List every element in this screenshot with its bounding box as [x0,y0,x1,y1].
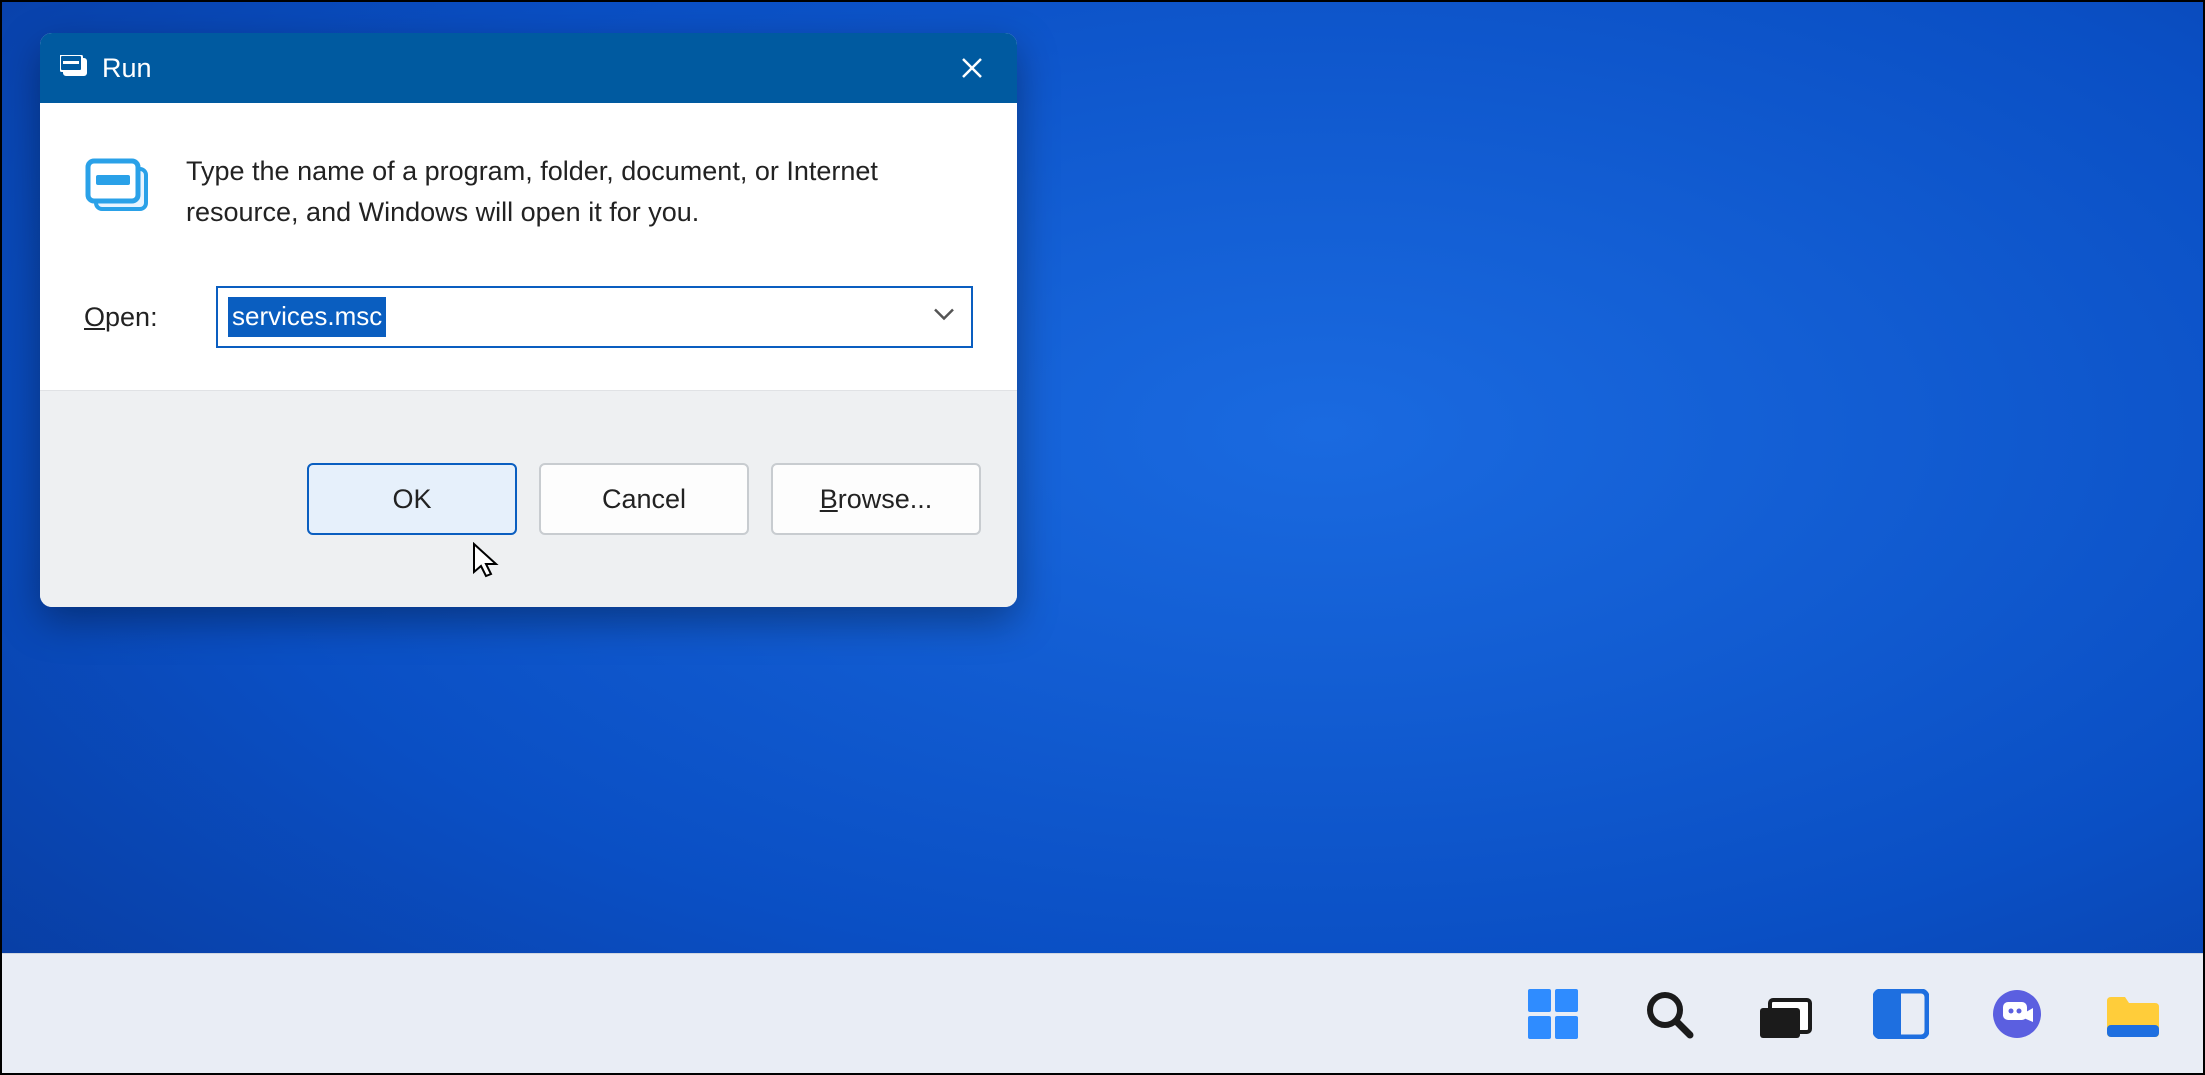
search-button[interactable] [1635,980,1703,1048]
window-title: Run [102,53,152,84]
chevron-down-icon[interactable] [933,308,955,327]
run-large-icon [84,157,152,220]
windows-start-icon [1526,987,1580,1041]
cancel-button-label: Cancel [602,484,686,515]
widgets-icon [1873,989,1929,1039]
ok-button-label: OK [392,484,431,515]
browse-button[interactable]: Browse... [771,463,981,535]
browse-button-label: Browse... [820,484,933,515]
search-icon [1642,987,1696,1041]
close-icon [960,56,984,80]
run-dialog: Run Type the name of a program, folder, … [40,33,1017,607]
run-icon [60,53,88,84]
button-row: OK Cancel Browse... [40,390,1017,607]
instruction-text: Type the name of a program, folder, docu… [186,151,973,232]
open-label: Open: [84,302,182,333]
titlebar[interactable]: Run [40,33,1017,103]
task-view-icon [1756,990,1814,1038]
folder-icon [2103,989,2163,1039]
task-view-button[interactable] [1751,980,1819,1048]
open-input-value[interactable]: services.msc [228,297,386,336]
open-combobox[interactable]: services.msc [216,286,973,348]
start-button[interactable] [1519,980,1587,1048]
close-button[interactable] [947,43,997,93]
file-explorer-button[interactable] [2099,980,2167,1048]
dialog-body: Type the name of a program, folder, docu… [40,103,1017,390]
widgets-button[interactable] [1867,980,1935,1048]
taskbar [2,953,2203,1073]
ok-button[interactable]: OK [307,463,517,535]
cancel-button[interactable]: Cancel [539,463,749,535]
chat-button[interactable] [1983,980,2051,1048]
chat-icon [1989,986,2045,1042]
